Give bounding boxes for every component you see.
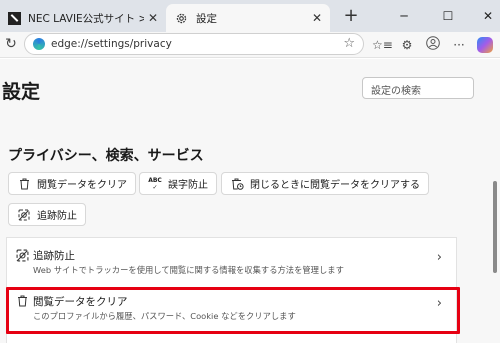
settings-card: 追跡防止 Web サイトでトラッカーを使用して閲覧に関する情報を収集する方法を管… xyxy=(6,237,457,343)
scrollbar-thumb[interactable] xyxy=(493,181,497,273)
copilot-icon[interactable] xyxy=(476,36,494,54)
close-icon[interactable]: ✕ xyxy=(144,11,162,25)
tab-title: 設定 xyxy=(196,12,217,25)
tab-title: NEC LAVIE公式サイト > サービス&サ xyxy=(28,12,144,25)
close-icon[interactable]: ✕ xyxy=(308,11,326,25)
chip-label: 誤字防止 xyxy=(168,180,208,191)
search-input[interactable]: 設定の検索 xyxy=(362,77,474,99)
row-title: 追跡防止 xyxy=(33,250,75,262)
page-title: 設定 xyxy=(2,81,41,103)
nec-logo-icon xyxy=(8,11,21,25)
chip-label: 閲覧データをクリア xyxy=(37,180,127,191)
chip-label: 閉じるときに閲覧データをクリアする xyxy=(250,180,420,191)
clear-on-close-button[interactable]: 閉じるときに閲覧データをクリアする xyxy=(221,172,429,195)
minimize-button[interactable]: ─ xyxy=(394,6,414,26)
trash-icon xyxy=(17,178,31,190)
tracking-prevention-button[interactable]: 追跡防止 xyxy=(8,203,86,226)
tracking-prevention-row[interactable]: 追跡防止 Web サイトでトラッカーを使用して閲覧に関する情報を収集する方法を管… xyxy=(7,238,456,282)
tab-nec-lavie[interactable]: NEC LAVIE公式サイト > サービス&サ ✕ xyxy=(2,4,166,32)
spellcheck-button[interactable]: ABC ✓ 誤字防止 xyxy=(139,172,217,195)
clear-browsing-data-row[interactable]: 閲覧データをクリア このプロファイルから履歴、パスワード、Cookie などをク… xyxy=(7,284,456,328)
url-text: edge://settings/privacy xyxy=(51,38,172,50)
toolbar: ↻ edge://settings/privacy ☆ ☆≡ ⚙ ··· xyxy=(0,32,500,58)
chevron-right-icon: › xyxy=(436,250,442,265)
row-description: このプロファイルから履歴、パスワード、Cookie などをクリアします xyxy=(33,311,296,321)
tracking-prevention-icon xyxy=(15,248,29,262)
refresh-icon[interactable]: ↻ xyxy=(2,35,20,53)
extensions-icon[interactable]: ⚙ xyxy=(398,36,416,54)
settings-content: 設定 設定の検索 プライバシー、検索、サービス 閲覧データをクリア ABC ✓ 誤… xyxy=(0,59,500,343)
gear-icon xyxy=(174,11,188,25)
new-tab-button[interactable]: + xyxy=(341,6,361,26)
tab-strip: NEC LAVIE公式サイト > サービス&サ ✕ 設定 ✕ + ─ ☐ ✕ xyxy=(0,0,500,32)
row-description: Web サイトでトラッカーを使用して閲覧に関する情報を収集する方法を管理します xyxy=(33,265,344,275)
favorites-icon[interactable]: ☆≡ xyxy=(372,36,393,54)
more-icon[interactable]: ··· xyxy=(450,36,468,54)
address-bar[interactable]: edge://settings/privacy ☆ xyxy=(24,33,364,55)
trash-clock-icon xyxy=(230,178,244,190)
clear-browsing-data-button[interactable]: 閲覧データをクリア xyxy=(8,172,136,195)
profile-icon[interactable] xyxy=(424,36,442,54)
maximize-button[interactable]: ☐ xyxy=(438,6,458,26)
chevron-right-icon: › xyxy=(436,296,442,311)
trash-icon xyxy=(15,294,29,308)
tracking-prevention-icon xyxy=(17,209,31,221)
abc-spellcheck-icon: ABC ✓ xyxy=(148,176,162,191)
section-title: プライバシー、検索、サービス xyxy=(8,148,204,164)
favorite-star-icon[interactable]: ☆ xyxy=(343,37,355,51)
row-title: 閲覧データをクリア xyxy=(33,296,128,308)
chip-label: 追跡防止 xyxy=(37,211,77,222)
close-window-button[interactable]: ✕ xyxy=(478,6,498,26)
tab-settings[interactable]: 設定 ✕ xyxy=(166,4,330,32)
edge-icon xyxy=(33,38,45,50)
